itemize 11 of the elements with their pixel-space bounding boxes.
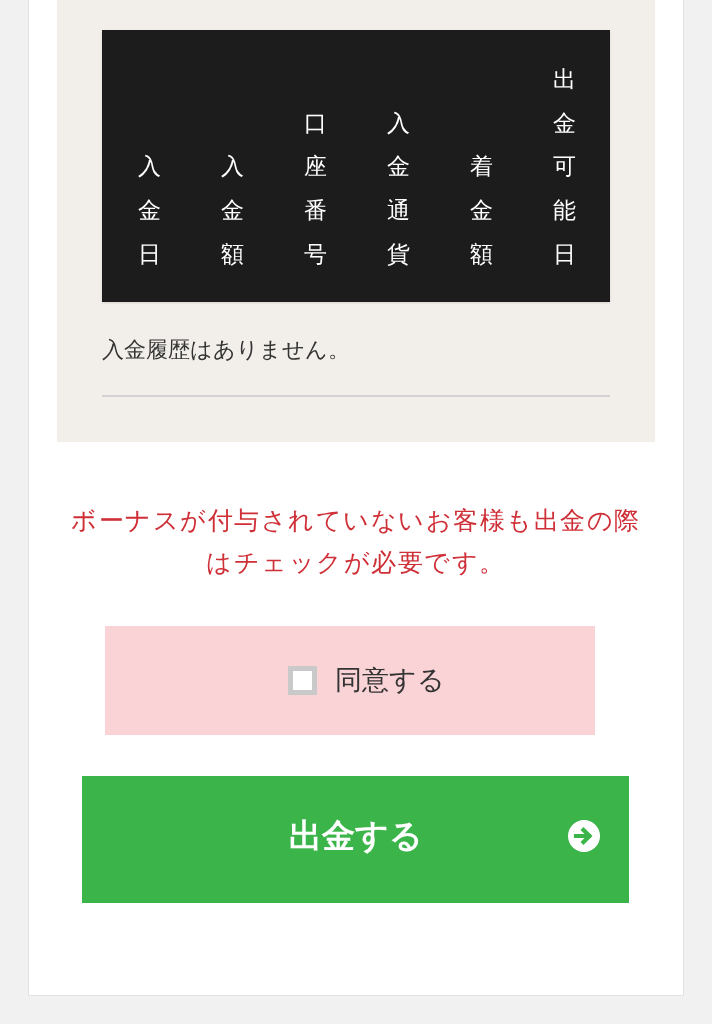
arrow-circle-icon xyxy=(568,820,600,853)
column-header: 着金額 xyxy=(470,152,493,269)
column-header: 入金通貨 xyxy=(387,108,410,269)
empty-message: 入金履歴はありません。 xyxy=(102,336,351,365)
notice-text: ボーナスが付与されていないお客様も出金の際はチェックが必要です。 xyxy=(70,504,642,579)
column-header: 入金額 xyxy=(221,152,244,269)
agree-label[interactable]: 同意する xyxy=(334,662,445,699)
column-header: 口座番号 xyxy=(304,108,327,269)
column-header: 入金日 xyxy=(138,152,161,269)
agree-checkbox[interactable] xyxy=(287,665,317,695)
column-header: 出金可能日 xyxy=(553,65,576,269)
